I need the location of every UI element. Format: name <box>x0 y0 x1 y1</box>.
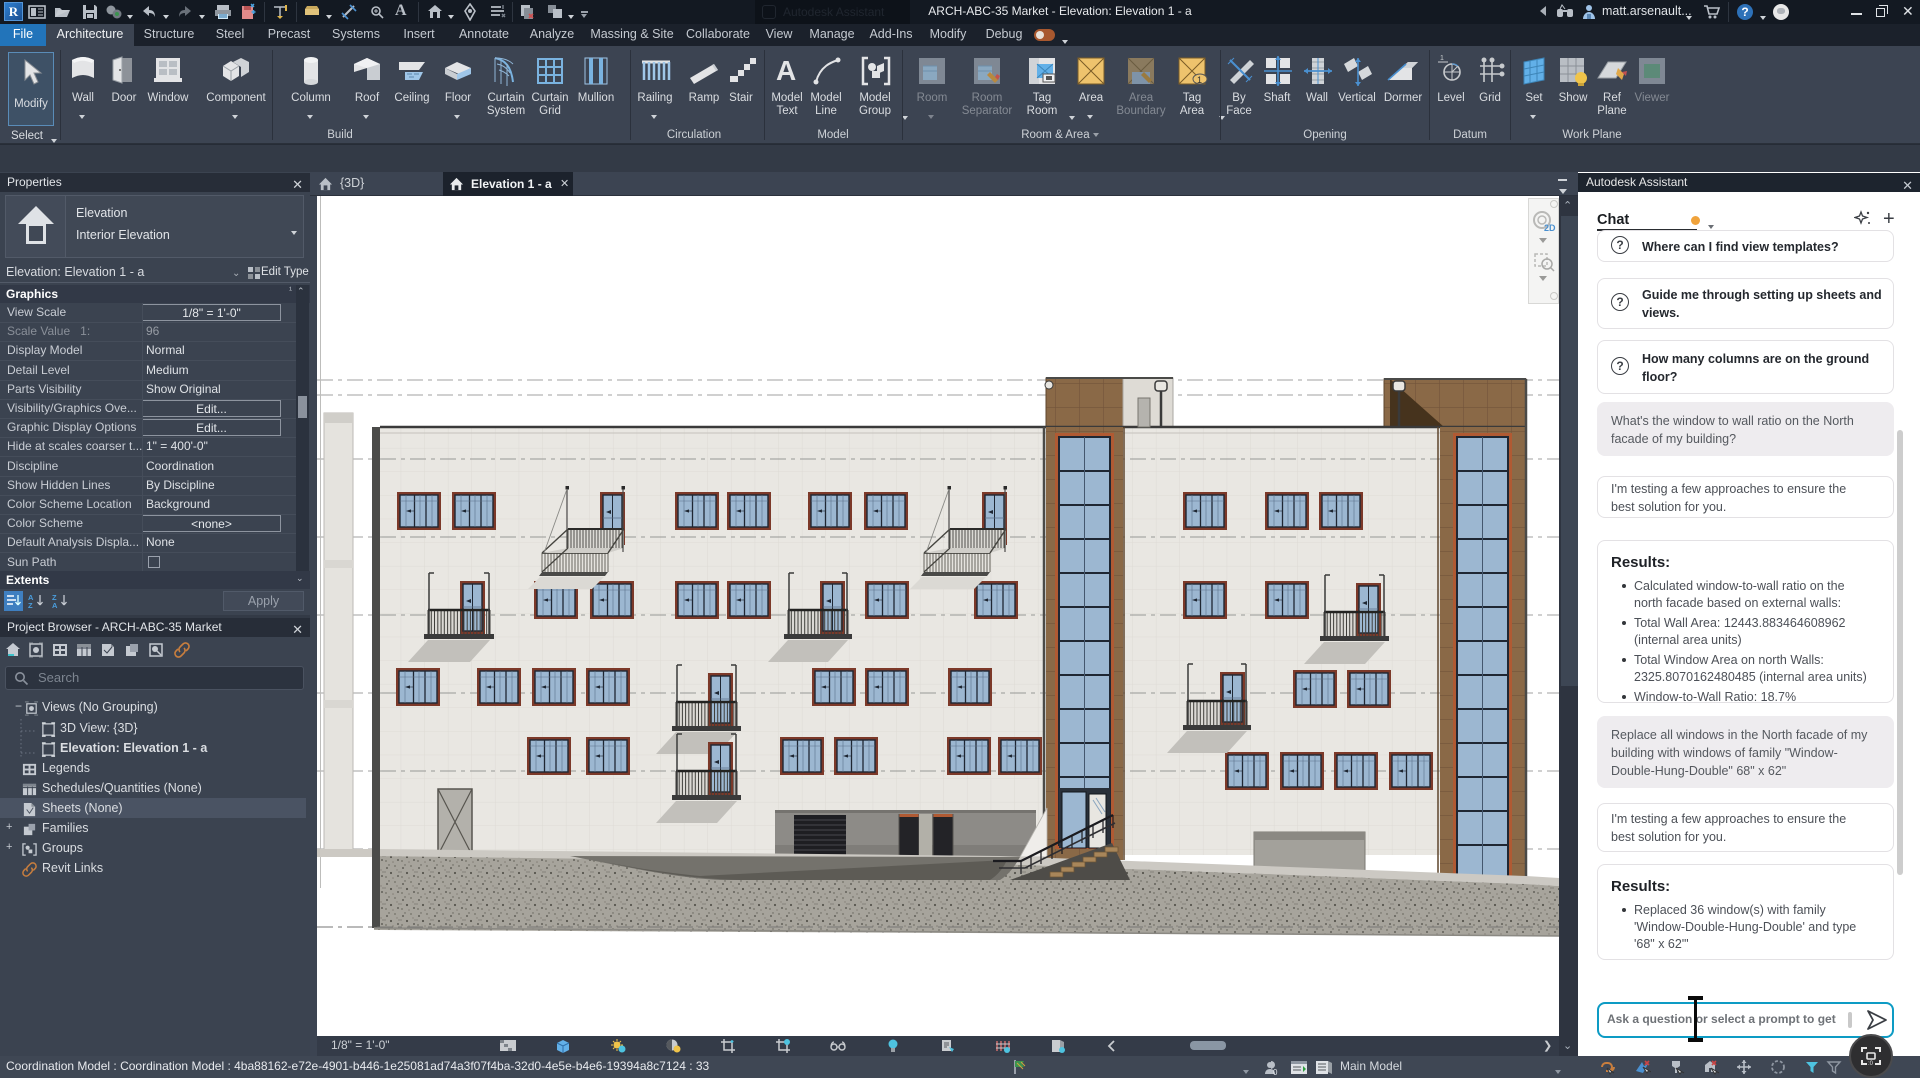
svg-text:1: 1 <box>1440 55 1444 62</box>
svg-text:Z: Z <box>28 601 33 609</box>
svg-text:2D: 2D <box>1544 223 1556 233</box>
svg-text:1: 1 <box>1197 75 1202 85</box>
svg-text:0: 0 <box>1273 1068 1278 1076</box>
svg-text::0: :0 <box>1868 1061 1874 1067</box>
svg-text:A: A <box>52 601 58 609</box>
svg-text:A: A <box>776 55 796 86</box>
